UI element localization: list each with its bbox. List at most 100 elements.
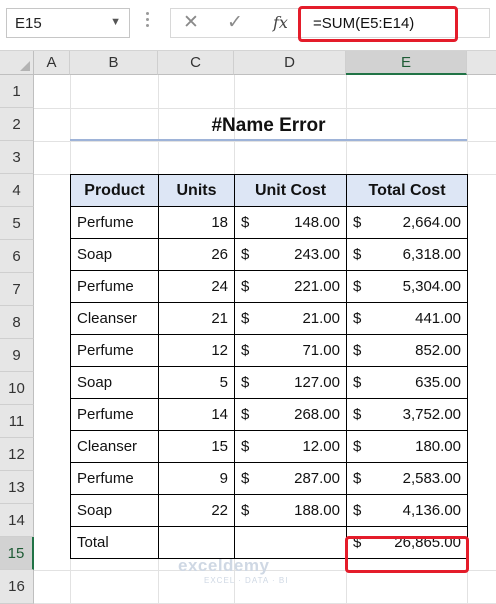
product-cell[interactable]: Perfume — [70, 206, 159, 239]
column-header-a[interactable]: A — [34, 51, 70, 75]
row-header-10[interactable]: 10 — [0, 372, 34, 405]
total-cost-value: 441.00 — [415, 310, 461, 327]
column-header-f[interactable] — [467, 51, 496, 75]
watermark-tagline: EXCEL · DATA · BI — [204, 576, 289, 585]
product-cell[interactable]: Soap — [70, 494, 159, 527]
column-header-d[interactable]: D — [234, 51, 346, 75]
total-cost-cell[interactable]: $852.00 — [346, 334, 468, 367]
unit-cost-cell[interactable]: $21.00 — [234, 302, 347, 335]
unit-cost-value: 243.00 — [294, 246, 340, 263]
total-cost-value: 3,752.00 — [402, 406, 461, 423]
currency-symbol: $ — [353, 438, 362, 455]
total-units-cell[interactable] — [158, 526, 235, 559]
formula-highlight — [298, 6, 458, 42]
units-cell[interactable]: 12 — [158, 334, 235, 367]
unit-cost-value: 221.00 — [294, 278, 340, 295]
product-cell[interactable]: Perfume — [70, 334, 159, 367]
total-cost-cell[interactable]: $5,304.00 — [346, 270, 468, 303]
enter-icon[interactable]: ✓ — [227, 11, 243, 34]
more-options-icon[interactable] — [146, 12, 150, 30]
currency-symbol: $ — [241, 406, 250, 423]
currency-symbol: $ — [353, 214, 362, 231]
row-header-3[interactable]: 3 — [0, 141, 34, 174]
total-cost-cell[interactable]: $441.00 — [346, 302, 468, 335]
row-header-12[interactable]: 12 — [0, 438, 34, 471]
currency-symbol: $ — [353, 374, 362, 391]
row-header-14[interactable]: 14 — [0, 504, 34, 537]
product-cell[interactable]: Cleanser — [70, 302, 159, 335]
total-cost-cell[interactable]: $3,752.00 — [346, 398, 468, 431]
product-cell[interactable]: Perfume — [70, 462, 159, 495]
product-cell[interactable]: Perfume — [70, 270, 159, 303]
formula-buttons: ✕ ✓ fx — [170, 8, 300, 38]
total-unit-cost-cell[interactable] — [234, 526, 347, 559]
header-total-cost[interactable]: Total Cost — [346, 174, 468, 207]
table-row: Soap 26 $243.00 $6,318.00 — [70, 238, 468, 271]
total-cost-value: 2,583.00 — [402, 470, 461, 487]
unit-cost-cell[interactable]: $127.00 — [234, 366, 347, 399]
row-header-5[interactable]: 5 — [0, 207, 34, 240]
units-cell[interactable]: 9 — [158, 462, 235, 495]
total-cost-cell[interactable]: $2,583.00 — [346, 462, 468, 495]
header-units[interactable]: Units — [158, 174, 235, 207]
units-cell[interactable]: 14 — [158, 398, 235, 431]
row-header-15[interactable]: 15 — [0, 537, 34, 570]
table-row: Cleanser 21 $21.00 $441.00 — [70, 302, 468, 335]
currency-symbol: $ — [353, 278, 362, 295]
cancel-icon[interactable]: ✕ — [183, 11, 199, 34]
units-cell[interactable]: 5 — [158, 366, 235, 399]
total-cost-cell[interactable]: $4,136.00 — [346, 494, 468, 527]
select-all-button[interactable] — [0, 51, 34, 75]
row-header-6[interactable]: 6 — [0, 240, 34, 273]
product-cell[interactable]: Cleanser — [70, 430, 159, 463]
header-unit-cost[interactable]: Unit Cost — [234, 174, 347, 207]
total-cost-cell[interactable]: $180.00 — [346, 430, 468, 463]
insert-function-icon[interactable]: fx — [273, 13, 288, 32]
row-header-1[interactable]: 1 — [0, 75, 34, 108]
unit-cost-value: 12.00 — [302, 438, 340, 455]
units-cell[interactable]: 26 — [158, 238, 235, 271]
row-header-16[interactable]: 16 — [0, 570, 34, 604]
units-cell[interactable]: 24 — [158, 270, 235, 303]
column-header-c[interactable]: C — [158, 51, 234, 75]
row-header-7[interactable]: 7 — [0, 273, 34, 306]
unit-cost-cell[interactable]: $243.00 — [234, 238, 347, 271]
product-cell[interactable]: Perfume — [70, 398, 159, 431]
name-box[interactable]: E15 ▼ — [6, 8, 130, 38]
unit-cost-cell[interactable]: $12.00 — [234, 430, 347, 463]
total-cost-cell[interactable]: $635.00 — [346, 366, 468, 399]
currency-symbol: $ — [241, 310, 250, 327]
row-header-2[interactable]: 2 — [0, 108, 34, 141]
unit-cost-cell[interactable]: $221.00 — [234, 270, 347, 303]
title-underline — [70, 139, 467, 141]
unit-cost-cell[interactable]: $268.00 — [234, 398, 347, 431]
row-header-11[interactable]: 11 — [0, 405, 34, 438]
product-cell[interactable]: Soap — [70, 238, 159, 271]
row-header-4[interactable]: 4 — [0, 174, 34, 207]
units-cell[interactable]: 22 — [158, 494, 235, 527]
total-cost-cell[interactable]: $6,318.00 — [346, 238, 468, 271]
column-header-e[interactable]: E — [346, 51, 467, 75]
product-cell[interactable]: Soap — [70, 366, 159, 399]
total-label[interactable]: Total — [70, 526, 159, 559]
total-cost-cell[interactable]: $2,664.00 — [346, 206, 468, 239]
unit-cost-cell[interactable]: $148.00 — [234, 206, 347, 239]
units-cell[interactable]: 18 — [158, 206, 235, 239]
table-row: Cleanser 15 $12.00 $180.00 — [70, 430, 468, 463]
chevron-down-icon[interactable]: ▼ — [110, 16, 121, 28]
gridline — [34, 108, 496, 109]
header-product[interactable]: Product — [70, 174, 159, 207]
units-cell[interactable]: 21 — [158, 302, 235, 335]
unit-cost-cell[interactable]: $71.00 — [234, 334, 347, 367]
units-cell[interactable]: 15 — [158, 430, 235, 463]
total-highlight — [345, 536, 469, 573]
currency-symbol: $ — [353, 406, 362, 423]
row-header-8[interactable]: 8 — [0, 306, 34, 339]
row-header-9[interactable]: 9 — [0, 339, 34, 372]
column-header-b[interactable]: B — [70, 51, 158, 75]
row-header-13[interactable]: 13 — [0, 471, 34, 504]
formula-bar: E15 ▼ ✕ ✓ fx =SUM(E5:E14) — [0, 0, 496, 51]
unit-cost-cell[interactable]: $287.00 — [234, 462, 347, 495]
table-row: Perfume 12 $71.00 $852.00 — [70, 334, 468, 367]
unit-cost-cell[interactable]: $188.00 — [234, 494, 347, 527]
